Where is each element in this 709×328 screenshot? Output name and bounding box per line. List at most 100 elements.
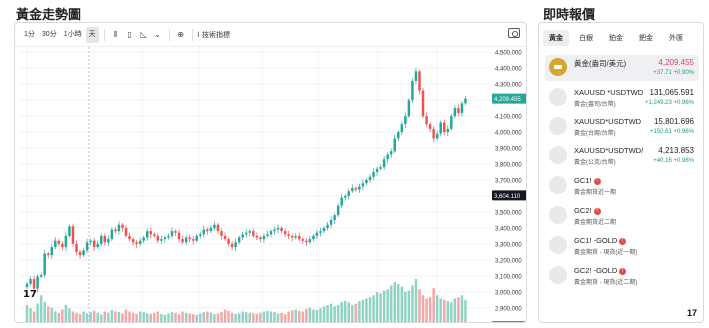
quote-symbol-text: 黃金(盎司/美元) [574,59,627,68]
quote-row[interactable]: GC1!! 黃金期貨近一期 [545,173,699,199]
volume-bar [223,309,227,322]
quote-description: 黃金(盎司/台幣) [574,102,616,108]
quote-row[interactable]: GC1! -GOLD! 黃金期貨 - 現貨(近一期) [545,233,699,259]
quote-description: 黃金期貨 - 現貨(近二期) [574,280,638,286]
toolbar-divider [191,28,193,41]
volume-bar [191,314,195,322]
candle-body [266,234,269,236]
volume-bar [386,289,389,322]
candle-body [188,237,191,240]
chevron-down-icon[interactable]: ⌄ [151,28,165,42]
candle-body [347,191,351,196]
candle-body [163,237,167,240]
alert-icon: ! [619,238,627,245]
candle-body [389,151,393,155]
candle-body [382,159,386,168]
camera-icon[interactable] [508,28,520,38]
candle-body [280,227,283,232]
candle-body [269,231,273,235]
volume-bar [315,310,319,322]
circle-icon [549,176,567,194]
quote-row[interactable]: XAUUSD*USDTWD/黃金(公克/台幣) 4,213.853 +40.16 +… [545,143,699,169]
tech-indicators-button[interactable]: ⌇ 技術指標 [197,30,230,40]
candle-body [361,183,365,187]
candle-body [425,116,428,125]
candle-body [32,279,36,289]
interval-1d[interactable]: 天 [85,26,99,43]
candle-style-icon[interactable]: ▯ [123,28,137,42]
candle-body [312,235,315,240]
volume-bar [393,282,396,322]
volume-bar [280,312,283,322]
volume-bar [199,313,202,322]
candle-body [244,232,248,235]
candle-body [177,232,181,240]
tab-silver[interactable]: 白銀 [573,30,599,46]
candle-body [273,229,276,232]
candle-body [336,205,340,216]
bar-style-icon[interactable]: ⫴ [109,28,123,42]
volume-bar [397,284,400,322]
candle-body [209,227,213,232]
quote-symbol-text: XAUUSD *USDTWD [574,88,644,97]
candle-body [206,229,209,232]
add-indicator-icon[interactable]: ⊕ [174,28,188,42]
volume-bar [89,312,92,322]
area-style-icon[interactable]: ◺ [137,28,151,42]
interval-1m[interactable]: 1分 [21,27,38,43]
quote-description: 黃金期貨近二期 [574,220,617,226]
y-tick-label: 4,400.000 [495,67,522,73]
volume-bar [389,285,393,322]
candle-body [43,253,46,276]
quote-row[interactable]: GC2!! 黃金期貨近二期 [545,203,699,229]
candle-body [379,167,382,169]
tab-forex[interactable]: 外匯 [663,30,689,46]
price-chart[interactable]: 4,500.0004,400.0004,300.0004,200.0004,10… [15,47,527,323]
quote-row[interactable]: 黃金(盎司/美元) 4,209.455 +37.71 +0.90% [545,55,699,81]
quote-description: 黃金期貨近一期 [574,190,617,196]
quote-change: +37.71 +0.90% [653,70,694,76]
circle-icon [549,206,567,224]
volume-bar [142,312,145,322]
volume-bar [92,310,96,322]
candle-body [36,276,39,289]
y-tick-label: 3,200.000 [495,258,522,264]
candle-body [82,250,85,256]
volume-bar [209,312,213,322]
candle-body [156,235,160,241]
quote-row[interactable]: XAUUSD*USDTWD 黃金(台兩/台幣) 15,801.696 +150.61 … [545,114,699,140]
volume-bar [301,311,305,322]
volume-bar [29,308,32,322]
tab-palladium[interactable]: 鈀金 [633,30,659,46]
candle-body [181,239,184,243]
y-tick-label: 2,900.000 [495,306,522,312]
interval-1h[interactable]: 1小時 [61,27,85,43]
volume-bar [336,305,340,322]
quote-symbol: 黃金(盎司/美元) [574,58,626,69]
tab-gold[interactable]: 黃金 [543,30,569,46]
interval-30m[interactable]: 30分 [39,27,60,43]
volume-bar [354,303,358,322]
candle-body [68,226,71,236]
tradingview-logo: 17 [23,289,37,300]
tab-platinum[interactable]: 鉑金 [603,30,629,46]
volume-bar [361,299,365,322]
quote-symbol-text: GC1! [574,176,592,185]
volume-bar [347,302,351,322]
quote-row[interactable]: GC2! -GOLD! 黃金期貨 - 現貨(近二期) [545,263,699,289]
candle-body [191,239,195,241]
quote-description: 黃金(公克/台幣) [574,160,616,166]
candle-body [340,197,343,206]
volume-bar [153,312,156,322]
volume-bar [100,314,103,322]
volume-bar [308,307,312,322]
volume-bar [326,305,329,322]
candle-body [213,224,216,228]
volume-bar [227,310,230,322]
alert-icon: ! [619,268,627,275]
candle-body [358,186,361,190]
volume-bar [117,312,121,322]
candle-body [439,122,442,134]
quote-row[interactable]: XAUUSD *USDTWD 黃金(盎司/台幣) 131,065.591 +1,249… [545,85,699,111]
volume-bar [25,305,29,322]
